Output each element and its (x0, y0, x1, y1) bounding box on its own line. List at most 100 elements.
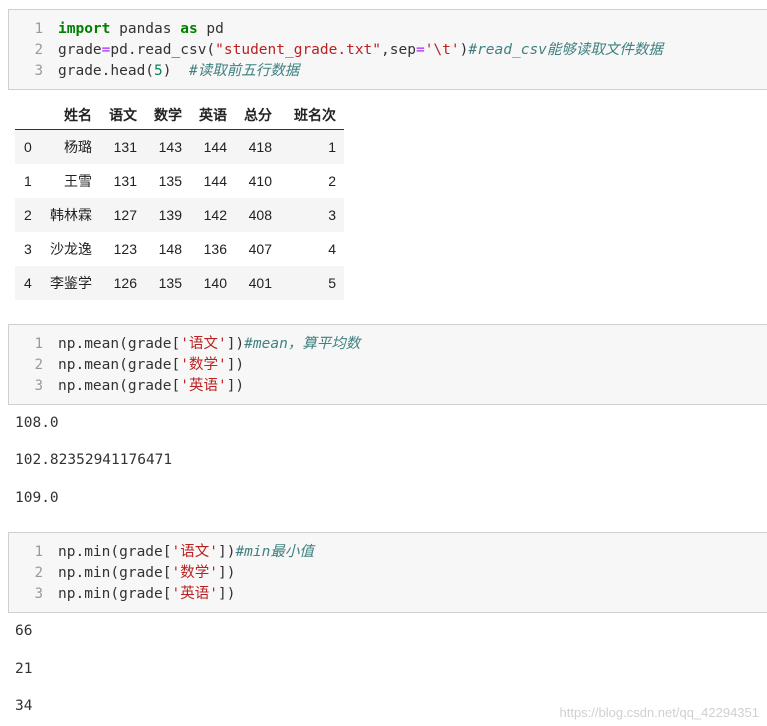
code-token: ]) (217, 544, 236, 560)
table-cell: 李鉴学 (50, 275, 92, 291)
table-cell: 407 (248, 241, 272, 257)
column-header: 班名次 (272, 101, 344, 130)
table-cell: 140 (203, 275, 227, 291)
table-cell: 131 (113, 139, 137, 155)
column-header: 姓名 (47, 101, 92, 130)
code-string: '英语' (180, 378, 227, 394)
code-comment: #read_csv能够读取文件数据 (468, 42, 663, 58)
line-number: 3 (34, 378, 43, 394)
table-cell: 410 (248, 173, 272, 189)
code-token: np.mean(grade[ (58, 336, 181, 352)
code-editor[interactable]: np.mean(grade['语文'])#mean，算平均数 np.mean(gr… (58, 334, 767, 397)
table-cell: 韩林霖 (50, 207, 92, 223)
table-cell: 杨璐 (64, 139, 92, 155)
table-cell: 144 (203, 139, 227, 155)
code-token: ]) (217, 586, 236, 602)
code-string: '\t' (424, 42, 460, 58)
code-comment: #min最小值 (235, 544, 314, 560)
table-row: 0 杨璐 131 143 144 418 1 (15, 129, 344, 164)
code-string: '语文' (180, 336, 227, 352)
code-token: 5 (154, 63, 163, 79)
table-cell: 135 (158, 173, 182, 189)
code-cell-mean[interactable]: 1 2 3 np.mean(grade['语文'])#mean，算平均数 np.m… (8, 324, 767, 405)
code-token: np.min(grade[ (58, 586, 172, 602)
table-cell: 139 (158, 207, 182, 223)
output-text: 102.82352941176471 (15, 452, 173, 468)
code-editor[interactable]: np.min(grade['语文'])#min最小值 np.min(grade['… (58, 542, 767, 605)
row-index: 3 (24, 241, 32, 257)
line-number: 3 (34, 586, 43, 602)
line-number-gutter: 1 2 3 (9, 10, 49, 89)
code-token: ]) (226, 336, 245, 352)
line-number: 3 (34, 63, 43, 79)
code-line: grade = pd.read_csv("student_grade.txt",se… (58, 40, 767, 61)
table-cell: 144 (203, 173, 227, 189)
code-line: np.mean(grade['英语']) (58, 376, 767, 397)
code-keyword: import (58, 21, 111, 37)
code-token: grade (58, 42, 102, 58)
code-comment: #mean，算平均数 (244, 336, 361, 352)
row-index: 2 (24, 207, 32, 223)
code-line: np.mean(grade['语文'])#mean，算平均数 (58, 334, 767, 355)
code-line: np.min(grade['数学']) (58, 563, 767, 584)
table-cell: 142 (203, 207, 227, 223)
watermark: https://blog.csdn.net/qq_42294351 (559, 705, 760, 720)
output-text: 66 (15, 623, 33, 639)
table-cell: 408 (248, 207, 272, 223)
code-string: '数学' (180, 357, 227, 373)
output-text: 21 (15, 661, 33, 677)
code-token: grade.head( (58, 63, 155, 79)
code-token: pandas (110, 21, 181, 37)
code-token: ]) (217, 565, 236, 581)
line-number: 2 (34, 357, 43, 373)
table-cell: 123 (113, 241, 137, 257)
column-header: 语文 (92, 101, 137, 130)
table-cell: 143 (158, 139, 182, 155)
code-line: np.min(grade['语文'])#min最小值 (58, 542, 767, 563)
column-header: 英语 (182, 101, 227, 130)
table-row: 3 沙龙逸 123 148 136 407 4 (15, 232, 344, 266)
code-line: import pandas as pd (58, 19, 767, 40)
code-cell-read-csv[interactable]: 1 2 3 import pandas as pd grade = pd.read_c… (8, 9, 767, 90)
output-text: 108.0 (15, 415, 59, 431)
table-cell: 3 (328, 207, 336, 223)
line-number: 2 (34, 565, 43, 581)
code-token: pd (197, 21, 224, 37)
code-token: np.mean(grade[ (58, 378, 181, 394)
column-header: 总分 (227, 101, 272, 130)
code-editor[interactable]: import pandas as pd grade = pd.read_csv("st… (58, 19, 767, 82)
output-text: 34 (15, 698, 33, 714)
code-token: ]) (226, 357, 245, 373)
table-cell: 127 (113, 207, 137, 223)
row-index: 1 (24, 173, 32, 189)
table-cell: 4 (328, 241, 336, 257)
table-header-row: 姓名 语文 数学 英语 总分 班名次 (15, 101, 344, 130)
table-cell: 王雪 (64, 173, 92, 189)
code-token: ]) (226, 378, 245, 394)
code-token: ,sep (381, 42, 416, 58)
column-header: 数学 (137, 101, 182, 130)
code-string: '语文' (171, 544, 218, 560)
code-string: '英语' (171, 586, 218, 602)
table-cell: 401 (248, 275, 272, 291)
row-index: 0 (24, 139, 32, 155)
table-cell: 148 (158, 241, 182, 257)
output-text: 109.0 (15, 490, 59, 506)
code-token: ) (162, 63, 189, 79)
table-row: 1 王雪 131 135 144 410 2 (15, 164, 344, 198)
line-number: 2 (34, 42, 43, 58)
code-token: np.min(grade[ (58, 565, 172, 581)
dataframe-output-table: 姓名 语文 数学 英语 总分 班名次 0 杨璐 131 143 144 418 … (15, 101, 344, 300)
table-cell: 135 (158, 275, 182, 291)
table-cell: 418 (248, 139, 272, 155)
code-token: pd.read_csv( (110, 42, 216, 58)
table-cell: 5 (328, 275, 336, 291)
code-string: '数学' (171, 565, 218, 581)
line-number: 1 (34, 336, 43, 352)
table-cell: 136 (203, 241, 227, 257)
code-comment: #读取前五行数据 (188, 63, 300, 79)
code-line: np.mean(grade['数学']) (58, 355, 767, 376)
table-cell: 1 (328, 139, 336, 155)
code-token: = (415, 42, 425, 58)
code-cell-min[interactable]: 1 2 3 np.min(grade['语文'])#min最小值 np.min(g… (8, 532, 767, 613)
